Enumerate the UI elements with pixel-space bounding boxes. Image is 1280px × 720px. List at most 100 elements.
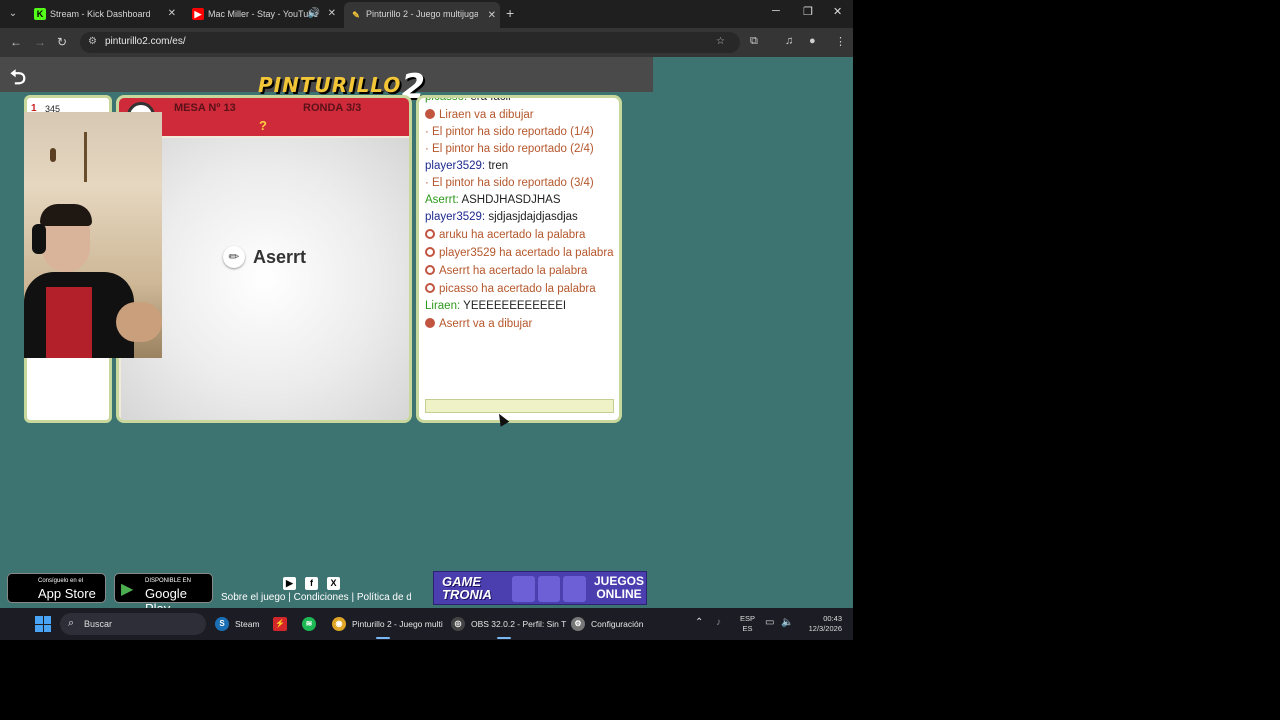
chat-message: · El pintor ha sido reportado (2/4) xyxy=(425,143,615,156)
close-icon[interactable]: ✕ xyxy=(328,4,336,24)
window-close-icon[interactable]: ✕ xyxy=(833,5,842,18)
bookmark-star-icon[interactable]: ☆ xyxy=(716,36,725,47)
chat-input[interactable] xyxy=(425,399,614,413)
microphone-icon[interactable]: ♪ xyxy=(716,617,721,628)
system-message-text: · El pintor ha sido reportado (2/4) xyxy=(425,143,594,155)
taskbar-app-label: Configuración xyxy=(591,619,644,629)
taskbar-steam[interactable]: S Steam xyxy=(215,614,260,634)
chat-username[interactable]: Aserrt: xyxy=(425,194,459,206)
board-header: MESA Nº 13 RONDA 3/3 ? xyxy=(119,98,409,136)
chrome-icon: ◉ xyxy=(332,617,346,631)
chat-panel: picasso: era fácil Liraen va a dibujar · E… xyxy=(416,95,622,423)
profile-icon[interactable]: ● xyxy=(809,35,816,47)
pencil-turn-icon xyxy=(425,109,435,119)
system-message-text: Liraen va a dibujar xyxy=(439,109,534,121)
chat-message: Aserrt: ASHDJHASDJHAS xyxy=(425,194,615,207)
chat-username[interactable]: picasso: xyxy=(425,98,467,103)
chat-username[interactable]: player3529: xyxy=(425,211,485,223)
lang-bottom: ES xyxy=(742,624,753,633)
back-icon[interactable]: ← xyxy=(10,35,22,49)
reload-icon[interactable]: ↻ xyxy=(57,35,67,49)
address-bar[interactable]: ⚙ pinturillo2.com/es/ ☆ xyxy=(80,32,740,53)
tray-chevron-icon[interactable]: ⌃ xyxy=(695,617,703,628)
minimize-icon[interactable]: ─ xyxy=(772,5,780,17)
close-icon[interactable]: ✕ xyxy=(488,4,496,28)
appstore-big-text: App Store xyxy=(38,586,96,601)
tab-label: Pinturillo 2 - Juego multijugador xyxy=(366,9,478,19)
drawing-canvas[interactable]: ✏ Aserrt xyxy=(121,138,409,420)
system-message-text: Aserrt ha acertado la palabra xyxy=(439,265,588,277)
close-icon[interactable]: ✕ xyxy=(168,4,176,24)
chat-username[interactable]: player3529: xyxy=(425,160,485,172)
round-counter: RONDA 3/3 xyxy=(303,102,362,114)
headphones xyxy=(32,224,46,254)
menu-icon[interactable]: ⋮ xyxy=(835,35,846,48)
url-text: pinturillo2.com/es/ xyxy=(105,36,186,47)
taskbar-settings[interactable]: ⚙ Configuración xyxy=(571,614,643,634)
taskbar-clock[interactable]: 00:43 12/3/2026 xyxy=(800,614,842,634)
correct-guess-icon xyxy=(425,247,435,257)
chat-username[interactable]: Liraen: xyxy=(425,300,460,312)
screen: ⌄ K Stream - Kick Dashboard ✕ ▶ Mac Mill… xyxy=(0,0,853,640)
app-red-icon: ⚡ xyxy=(273,617,287,631)
site-footer: Consíguelo en el App Store ▶ DISPONIBLE … xyxy=(0,568,853,616)
taskbar-obs[interactable]: ◎ OBS 32.0.2 - Perfil: Sin T xyxy=(451,614,567,639)
footer-links[interactable]: Sobre el juego | Condiciones | Política … xyxy=(221,592,411,603)
system-message-text: · El pintor ha sido reportado (3/4) xyxy=(425,177,594,189)
search-icon: ⌕ xyxy=(68,617,75,629)
clock-date: 12/3/2026 xyxy=(808,624,842,633)
google-play-icon: ▶ xyxy=(121,581,134,598)
chat-text: era fácil xyxy=(470,95,511,103)
chat-text: tren xyxy=(488,160,509,172)
windows-taskbar: ⌕ Buscar S Steam ⚡ ≋ ◉ Pinturillo 2 - Ju… xyxy=(0,608,853,640)
correct-guess-icon xyxy=(425,229,435,239)
chat-message: picasso ha acertado la palabra xyxy=(425,283,615,296)
x-icon[interactable]: X xyxy=(327,577,340,590)
app-store-badge[interactable]: Consíguelo en el App Store xyxy=(7,573,106,603)
network-icon[interactable]: ▭ xyxy=(765,617,774,628)
taskbar-search[interactable]: ⌕ Buscar xyxy=(60,613,206,635)
audio-playing-icon[interactable]: 🔊 xyxy=(308,4,320,24)
volume-icon[interactable]: 🔈 xyxy=(781,617,793,628)
taskbar-app-label: Pinturillo 2 - Juego multi xyxy=(352,619,443,629)
extensions-icon[interactable]: ⧉ xyxy=(750,35,758,48)
chat-text: sjdjasjdajdjasdjas xyxy=(488,211,578,223)
system-message-text: Aserrt va a dibujar xyxy=(439,318,533,330)
site-info-icon[interactable]: ⚙ xyxy=(88,36,97,47)
restore-icon[interactable]: ❐ xyxy=(803,5,813,18)
tab-label: Stream - Kick Dashboard xyxy=(50,9,151,19)
chat-message: Aserrt ha acertado la palabra xyxy=(425,265,615,278)
facebook-icon[interactable]: f xyxy=(305,577,318,590)
browser-tab-bar: ⌄ K Stream - Kick Dashboard ✕ ▶ Mac Mill… xyxy=(0,0,853,28)
tab-pinturillo[interactable]: ✎ Pinturillo 2 - Juego multijugador ✕ xyxy=(344,2,500,28)
tab-search-button[interactable]: ⌄ xyxy=(5,6,21,22)
taskbar-app-label: OBS 32.0.2 - Perfil: Sin T xyxy=(471,619,567,629)
taskbar-app-red[interactable]: ⚡ xyxy=(273,614,287,634)
juegos-online-text: JUEGOS ONLINE xyxy=(593,574,644,601)
media-control-icon[interactable]: ♫ xyxy=(785,35,793,47)
kick-icon: K xyxy=(34,8,46,20)
tab-kick-dashboard[interactable]: K Stream - Kick Dashboard ✕ xyxy=(28,4,180,24)
tab-youtube[interactable]: ▶ Mac Miller - Stay - YouTube 🔊 ✕ xyxy=(186,4,340,24)
pencil-turn-icon xyxy=(425,318,435,328)
taskbar-spotify[interactable]: ≋ xyxy=(302,614,316,634)
forward-icon[interactable]: → xyxy=(34,35,46,49)
back-arrow-icon[interactable]: ⮌ xyxy=(10,63,26,97)
chat-text: ASHDJHASDJHAS xyxy=(461,194,561,206)
word-hint: ? xyxy=(259,118,267,133)
language-indicator[interactable]: ESP ES xyxy=(740,614,755,634)
correct-guess-icon xyxy=(425,283,435,293)
search-placeholder: Buscar xyxy=(84,619,113,629)
taskbar-chrome[interactable]: ◉ Pinturillo 2 - Juego multi xyxy=(332,614,443,639)
google-play-badge[interactable]: ▶ DISPONIBLE EN Google Play xyxy=(114,573,213,616)
chat-message: Liraen: YEEEEEEEEEEEEI xyxy=(425,300,615,313)
gametronia-banner[interactable]: GAME TRONIA JUEGOS ONLINE xyxy=(433,571,647,605)
youtube-icon[interactable]: ▶ xyxy=(283,577,296,590)
taskbar-app-label: Steam xyxy=(235,619,260,629)
table-number: MESA Nº 13 xyxy=(174,102,236,114)
new-tab-button[interactable]: + xyxy=(506,5,514,21)
gametronia-logo: GAME TRONIA xyxy=(442,574,492,602)
system-message-text: · El pintor ha sido reportado (1/4) xyxy=(425,126,594,138)
windows-start-icon[interactable] xyxy=(35,616,51,632)
chat-message: Aserrt va a dibujar xyxy=(425,318,615,331)
